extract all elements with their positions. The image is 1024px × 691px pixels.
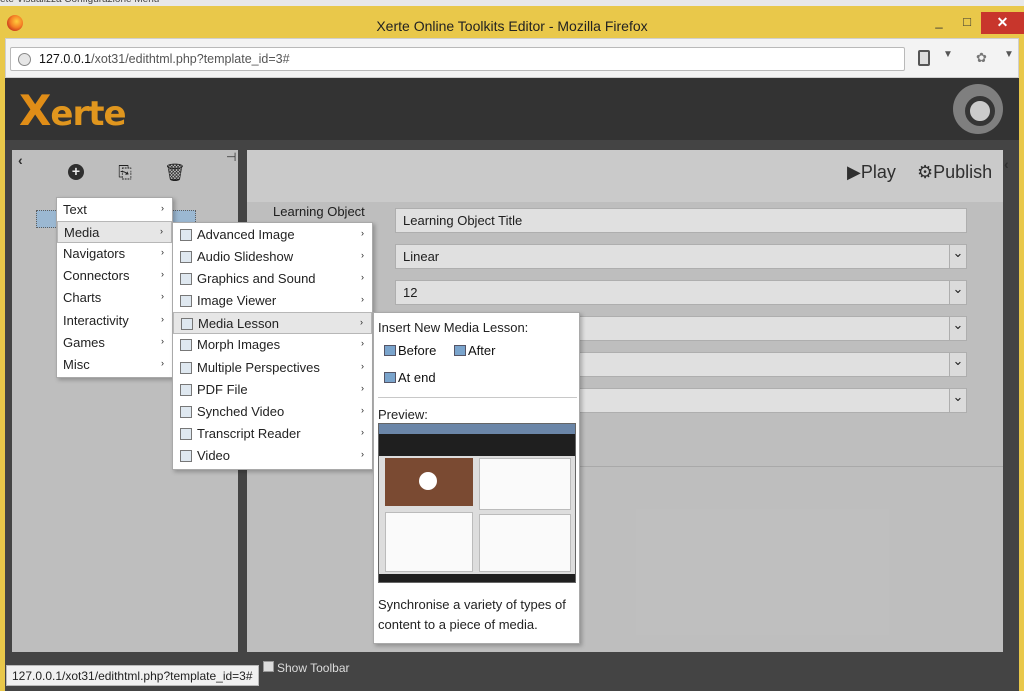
insert-after-button[interactable]: After — [454, 343, 495, 358]
menu-item-text[interactable]: Text › — [57, 199, 172, 221]
image-icon — [180, 229, 192, 241]
description: Synchronise a variety of types of conten… — [378, 597, 566, 632]
insert-panel: Insert New Media Lesson: Before After At… — [373, 312, 580, 644]
url-bar[interactable]: 127.0.0.1/xot31/edithtml.php?template_id… — [10, 47, 905, 71]
show-toolbar-checkbox[interactable] — [263, 661, 274, 672]
minimize-button[interactable]: _ — [926, 12, 952, 32]
show-toolbar-label: Show Toolbar — [277, 661, 350, 675]
menu-item-graphics-sound[interactable]: Graphics and Sound › — [173, 268, 372, 290]
synched-video-icon — [180, 406, 192, 418]
preview-image — [378, 423, 576, 583]
graphics-icon — [180, 273, 192, 285]
page-type-menu: Text › Media › Navigators › Connectors › Cha… — [56, 197, 173, 378]
status-url: 127.0.0.1/xot31/edithtml.php?template_id… — [6, 665, 259, 686]
menu-item-navigators[interactable]: Navigators › — [57, 243, 172, 265]
insert-at-end-button[interactable]: At end — [384, 370, 436, 385]
pdf-icon — [180, 384, 192, 396]
chevron-down-icon[interactable]: ▼ — [1004, 49, 1014, 60]
menu-item-interactivity[interactable]: Interactivity › — [57, 310, 172, 332]
menu-item-advanced-image[interactable]: Advanced Image › — [173, 224, 372, 246]
navigation-bar: 127.0.0.1/xot31/edithtml.php?template_id… — [5, 38, 1019, 78]
insert-after-icon — [454, 345, 466, 356]
video-icon — [180, 450, 192, 462]
menu-item-media[interactable]: Media › — [57, 221, 172, 243]
chevron-down-icon[interactable]: ▼ — [943, 49, 953, 60]
menu-item-misc[interactable]: Misc › — [57, 354, 172, 376]
menu-item-morph-images[interactable]: Morph Images › — [173, 334, 372, 356]
maximize-button[interactable]: □ — [954, 12, 980, 32]
media-lesson-icon — [181, 318, 193, 330]
menu-item-pdf-file[interactable]: PDF File › — [173, 379, 372, 401]
preview-label: Preview: — [378, 407, 428, 422]
image-viewer-icon — [180, 295, 192, 307]
clipboard-icon[interactable] — [918, 50, 930, 66]
insert-before-icon — [384, 345, 396, 356]
menu-item-games[interactable]: Games › — [57, 332, 172, 354]
menu-item-transcript-reader[interactable]: Transcript Reader › — [173, 423, 372, 445]
menu-item-audio-slideshow[interactable]: Audio Slideshow › — [173, 246, 372, 268]
close-button[interactable]: ✕ — [981, 12, 1024, 34]
separator — [378, 397, 577, 398]
insert-label: Insert New Media Lesson: — [378, 320, 529, 335]
globe-icon — [18, 53, 31, 66]
menu-item-charts[interactable]: Charts › — [57, 287, 172, 309]
window-title: Xerte Online Toolkits Editor - Mozilla F… — [376, 18, 648, 34]
insert-at-end-icon — [384, 372, 396, 383]
menu-item-image-viewer[interactable]: Image Viewer › — [173, 290, 372, 312]
speaker-icon — [180, 251, 192, 263]
morph-icon — [180, 339, 192, 351]
insert-before-button[interactable]: Before — [384, 343, 436, 358]
person-icon — [180, 362, 192, 374]
menu-item-synched-video[interactable]: Synched Video › — [173, 401, 372, 423]
menu-item-connectors[interactable]: Connectors › — [57, 265, 172, 287]
transcript-icon — [180, 428, 192, 440]
media-submenu: Advanced Image › Audio Slideshow › Graphic… — [172, 222, 373, 470]
extension-icon[interactable]: ✿ — [976, 50, 987, 66]
title-bar: Xerte Online Toolkits Editor - Mozilla F… — [0, 6, 1024, 38]
menu-item-video[interactable]: Video › — [173, 445, 372, 467]
menu-item-multiple-perspectives[interactable]: Multiple Perspectives › — [173, 357, 372, 379]
menu-item-media-lesson[interactable]: Media Lesson › — [173, 312, 372, 334]
url-text: 127.0.0.1/xot31/edithtml.php?template_id… — [39, 52, 290, 66]
